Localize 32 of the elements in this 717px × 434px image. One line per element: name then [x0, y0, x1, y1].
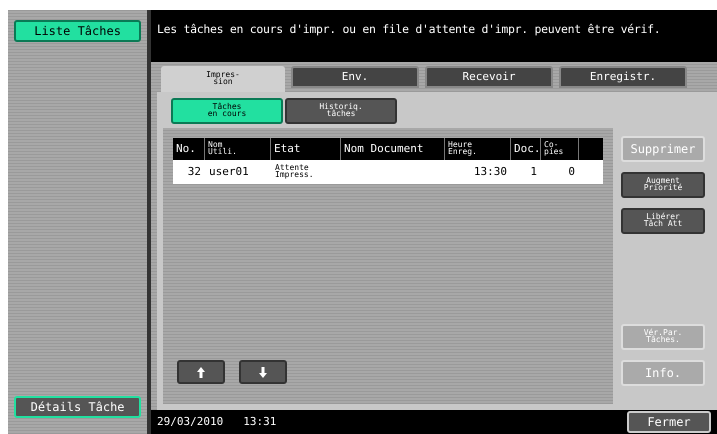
- tab[interactable]: Impres- sion: [161, 66, 285, 92]
- column-header: Nom Utili.: [208, 142, 237, 156]
- message-text: Les tâches en cours d'impr. ou en file d'attente d'impr. peuvent être vérif.: [157, 22, 660, 36]
- close-button[interactable]: Fermer: [627, 411, 711, 433]
- table-cell: Attente Impress.: [275, 165, 314, 179]
- tab[interactable]: Env.: [291, 66, 419, 88]
- scroll-button[interactable]: [239, 360, 287, 384]
- column-header: Doc.: [514, 144, 540, 154]
- column-header: Co- pies: [544, 142, 564, 156]
- tab[interactable]: Enregistr.: [559, 66, 687, 88]
- tab[interactable]: Recevoir: [425, 66, 553, 88]
- subtab[interactable]: Tâches en cours: [171, 98, 283, 124]
- left-button[interactable]: Liste Tâches: [14, 20, 142, 42]
- table-cell: 13:30: [474, 167, 507, 177]
- table-cell: 0: [568, 167, 575, 177]
- table-cell: 1: [530, 167, 537, 177]
- side-button[interactable]: Libérer Tâch Att: [621, 208, 705, 234]
- down-arrow-icon: [259, 366, 267, 378]
- column-header: No.: [176, 144, 196, 154]
- scroll-button[interactable]: [177, 360, 225, 384]
- column-header: Nom Document: [344, 144, 424, 154]
- column-header: Etat: [274, 144, 300, 154]
- table-row[interactable]: 32 user01 Attente Impress. 13:30 1 0: [173, 160, 603, 184]
- time-text: 13:31: [243, 414, 276, 430]
- column-header: Heure Enreg.: [448, 142, 477, 156]
- table-cell: user01: [209, 167, 249, 177]
- up-arrow-icon: [197, 366, 205, 378]
- side-button[interactable]: Augment Priorité: [621, 172, 705, 198]
- left-button[interactable]: Détails Tâche: [14, 396, 142, 418]
- subtab[interactable]: Historiq. tâches: [285, 98, 397, 124]
- date-text: 29/03/2010: [157, 414, 224, 430]
- table-cell: 32: [188, 167, 201, 177]
